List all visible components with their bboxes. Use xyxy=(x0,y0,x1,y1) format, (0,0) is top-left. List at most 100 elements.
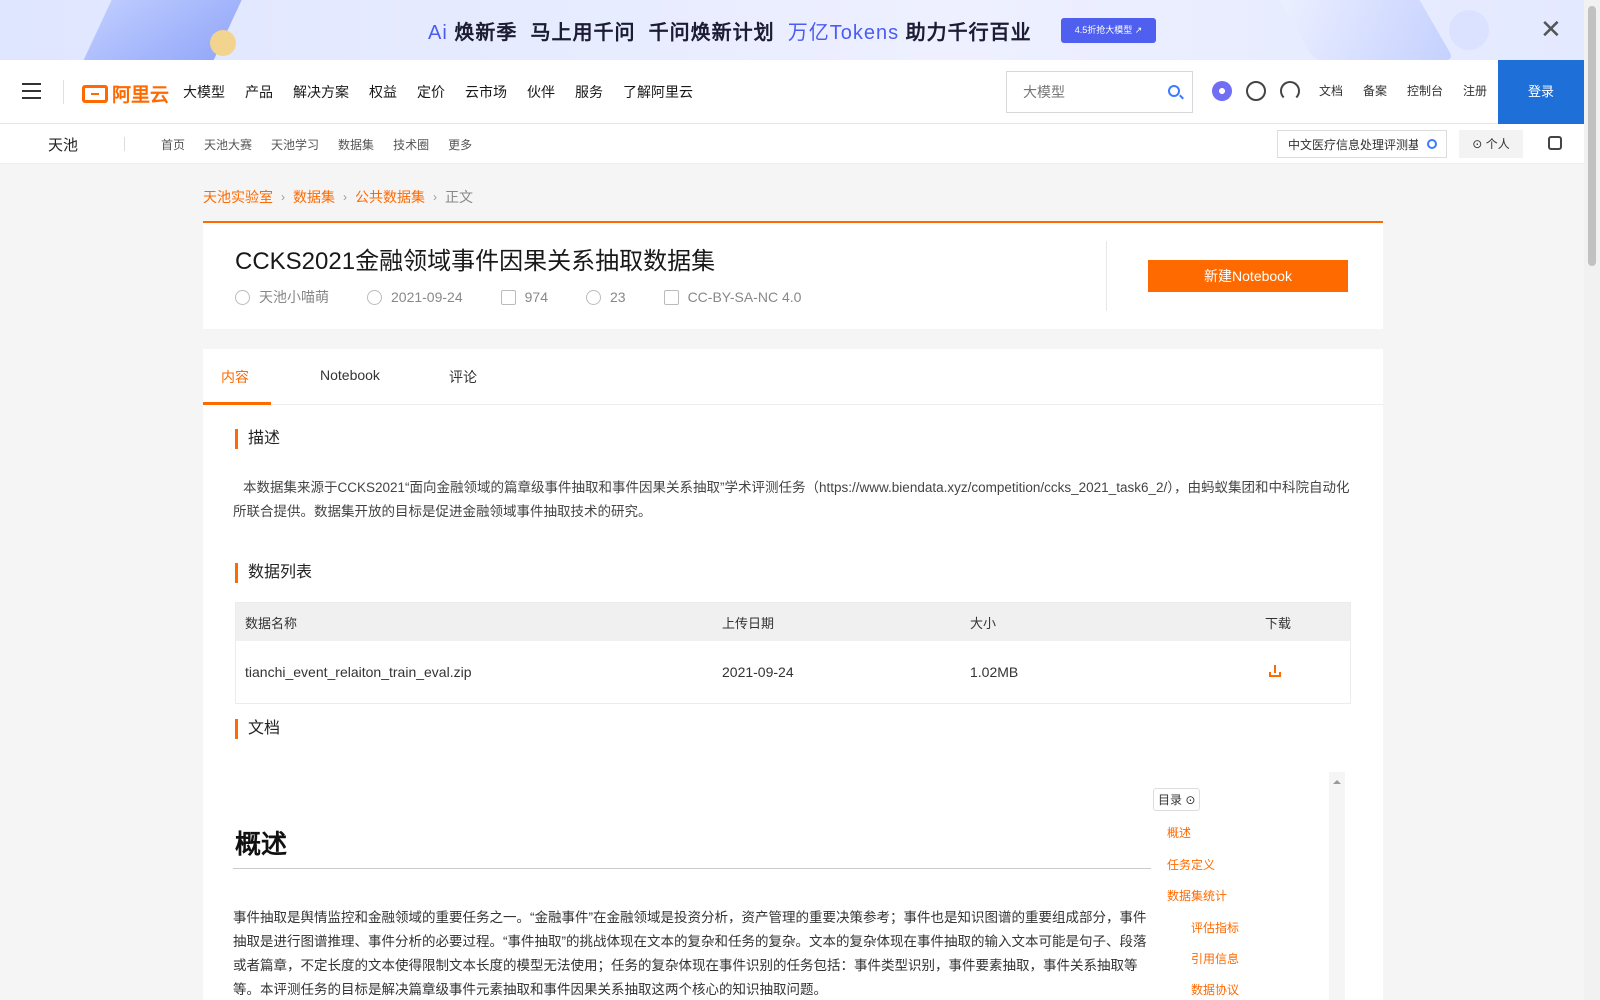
global-search xyxy=(1006,71,1193,113)
banner-coin-decoration xyxy=(210,30,236,56)
toc-item[interactable]: 概述 xyxy=(1167,824,1191,841)
nav-item-partners[interactable]: 伙伴 xyxy=(527,82,555,102)
search-icon[interactable] xyxy=(1168,85,1180,97)
personal-label: 个人 xyxy=(1485,137,1510,151)
section-title-docs: 文档 xyxy=(235,719,280,739)
toc-item[interactable]: 引用信息 xyxy=(1191,950,1239,967)
author-name[interactable]: 天池小喵萌 xyxy=(259,287,329,307)
table-of-contents: 目录 ⊙ 概述 任务定义 数据集统计 评估指标 引用信息 数据协议 xyxy=(1151,772,1351,1000)
nav-item-products[interactable]: 产品 xyxy=(245,82,273,102)
column-header: 大小 xyxy=(970,615,997,631)
download-count: 974 xyxy=(524,289,548,305)
share-count: 23 xyxy=(609,289,626,305)
breadcrumb-item[interactable]: 数据集 xyxy=(293,187,335,207)
breadcrumb: 天池实验室 › 数据集 › 公共数据集 › 正文 xyxy=(203,187,473,207)
divider xyxy=(1106,241,1107,311)
top-navigation: 阿里云 大模型 产品 解决方案 权益 定价 云市场 伙伴 服务 了解阿里云 文档… xyxy=(0,60,1584,124)
nav-link-filing[interactable]: 备案 xyxy=(1363,82,1387,99)
content-tabs: 内容 Notebook 评论 xyxy=(203,349,1383,405)
banner-decoration xyxy=(1273,0,1455,60)
subnav-item-tech-circle[interactable]: 技术圈 xyxy=(393,136,429,153)
nav-links: 文档 备案 控制台 注册 xyxy=(1319,82,1507,99)
subnav-item-learning[interactable]: 天池学习 xyxy=(271,136,319,153)
download-cell xyxy=(1265,664,1345,680)
toc-label: 目录 xyxy=(1158,793,1183,807)
toc-toggle-button[interactable]: 目录 ⊙ xyxy=(1153,788,1201,811)
toc-item[interactable]: 评估指标 xyxy=(1191,919,1239,936)
nav-item-services[interactable]: 服务 xyxy=(575,82,603,102)
nav-item-marketplace[interactable]: 云市场 xyxy=(465,82,507,102)
nav-item-llm[interactable]: 大模型 xyxy=(183,82,225,102)
globe-icon[interactable] xyxy=(1246,81,1266,101)
search-icon[interactable] xyxy=(1427,139,1437,149)
chevron-right-icon: › xyxy=(343,190,347,204)
nav-item-pricing[interactable]: 定价 xyxy=(417,82,445,102)
breadcrumb-item[interactable]: 天池实验室 xyxy=(203,187,273,207)
publish-date: 2021-09-24 xyxy=(391,289,463,305)
banner-segment: 焕新季 xyxy=(454,22,518,44)
expand-icon[interactable] xyxy=(1548,136,1562,150)
breadcrumb-item[interactable]: 公共数据集 xyxy=(355,187,425,207)
column-header: 下载 xyxy=(1265,615,1292,631)
subnav-item-more[interactable]: 更多 xyxy=(448,136,472,153)
login-button[interactable]: 登录 xyxy=(1498,60,1584,124)
tab-notebook[interactable]: Notebook xyxy=(320,367,380,383)
aliyun-logo[interactable]: 阿里云 xyxy=(82,80,169,107)
menu-icon[interactable] xyxy=(22,83,41,99)
description-text: 本数据集来源于CCKS2021“面向金融领域的篇章级事件抽取和事件因果关系抽取”… xyxy=(233,480,1350,519)
divider xyxy=(63,80,64,104)
doc-heading: 概述 xyxy=(235,829,288,859)
dataset-header: CCKS2021金融领域事件因果关系抽取数据集 天池小喵萌 2021-09-24… xyxy=(203,221,1383,329)
nav-icons xyxy=(1212,81,1314,101)
toc-item[interactable]: 数据集统计 xyxy=(1167,887,1227,904)
subnav-item-datasets[interactable]: 数据集 xyxy=(338,136,374,153)
scrollbar-thumb[interactable] xyxy=(1588,6,1596,266)
subnav-search xyxy=(1277,130,1447,158)
nav-item-solutions[interactable]: 解决方案 xyxy=(293,82,349,102)
promo-banner[interactable]: Ai 焕新季 马上用千问 千问焕新计划 万亿Tokens 助力千行百业 4.5折… xyxy=(0,0,1584,60)
document-icon xyxy=(663,289,679,305)
table-row: tianchi_event_relaiton_train_eval.zip 20… xyxy=(236,641,1350,703)
nav-item-benefits[interactable]: 权益 xyxy=(369,82,397,102)
subnav-item-home[interactable]: 首页 xyxy=(161,136,185,153)
close-icon[interactable]: ✕ xyxy=(1540,16,1562,42)
tianchi-brand[interactable]: 天池 xyxy=(48,134,78,155)
section-title-data-list: 数据列表 xyxy=(235,563,312,583)
divider xyxy=(124,137,125,151)
chevron-right-icon: › xyxy=(433,190,437,204)
nav-link-console[interactable]: 控制台 xyxy=(1407,82,1443,99)
toc-item[interactable]: 数据协议 xyxy=(1191,981,1239,998)
nav-link-docs[interactable]: 文档 xyxy=(1319,82,1343,99)
page-scrollbar[interactable] xyxy=(1584,0,1600,1000)
download-icon[interactable] xyxy=(1269,665,1281,677)
subnav-search-input[interactable] xyxy=(1278,131,1418,157)
column-header: 数据名称 xyxy=(245,615,298,631)
data-table: 数据名称 上传日期 大小 下载 tianchi_event_relaiton_t… xyxy=(235,602,1351,704)
headset-icon[interactable] xyxy=(1280,81,1300,101)
banner-cta-button[interactable]: 4.5折抢大模型 ↗ xyxy=(1061,18,1156,43)
tab-comments[interactable]: 评论 xyxy=(449,367,477,387)
global-search-input[interactable] xyxy=(1007,72,1157,112)
nav-item-about[interactable]: 了解阿里云 xyxy=(623,82,693,102)
new-notebook-button[interactable]: 新建Notebook xyxy=(1148,260,1348,292)
subnav-item-competitions[interactable]: 天池大赛 xyxy=(204,136,252,153)
nav-link-register[interactable]: 注册 xyxy=(1463,82,1487,99)
toc-scrollbar[interactable] xyxy=(1329,772,1345,1000)
tab-content[interactable]: 内容 xyxy=(221,367,249,387)
table-header: 数据名称 上传日期 大小 下载 xyxy=(236,603,1350,641)
banner-segment: 马上用千问 xyxy=(530,22,636,44)
file-name: tianchi_event_relaiton_train_eval.zip xyxy=(245,664,472,680)
meta-date: 2021-09-24 xyxy=(367,289,463,305)
toc-item[interactable]: 任务定义 xyxy=(1167,856,1215,873)
meta-downloads: 974 xyxy=(500,289,548,305)
clock-icon xyxy=(367,289,382,305)
banner-segment: 万亿Tokens xyxy=(787,22,900,44)
share-icon xyxy=(585,289,601,305)
active-tab-indicator xyxy=(203,402,271,405)
banner-headline: Ai 焕新季 马上用千问 千问焕新计划 万亿Tokens 助力千行百业 xyxy=(428,16,1032,45)
dataset-meta: 天池小喵萌 2021-09-24 974 23 CC-BY-SA-NC 4.0 xyxy=(235,287,839,307)
ai-assistant-icon[interactable] xyxy=(1212,81,1232,101)
personal-button[interactable]: ⊙ 个人 xyxy=(1459,130,1523,158)
meta-license: CC-BY-SA-NC 4.0 xyxy=(663,289,801,305)
meta-shares: 23 xyxy=(585,289,626,305)
